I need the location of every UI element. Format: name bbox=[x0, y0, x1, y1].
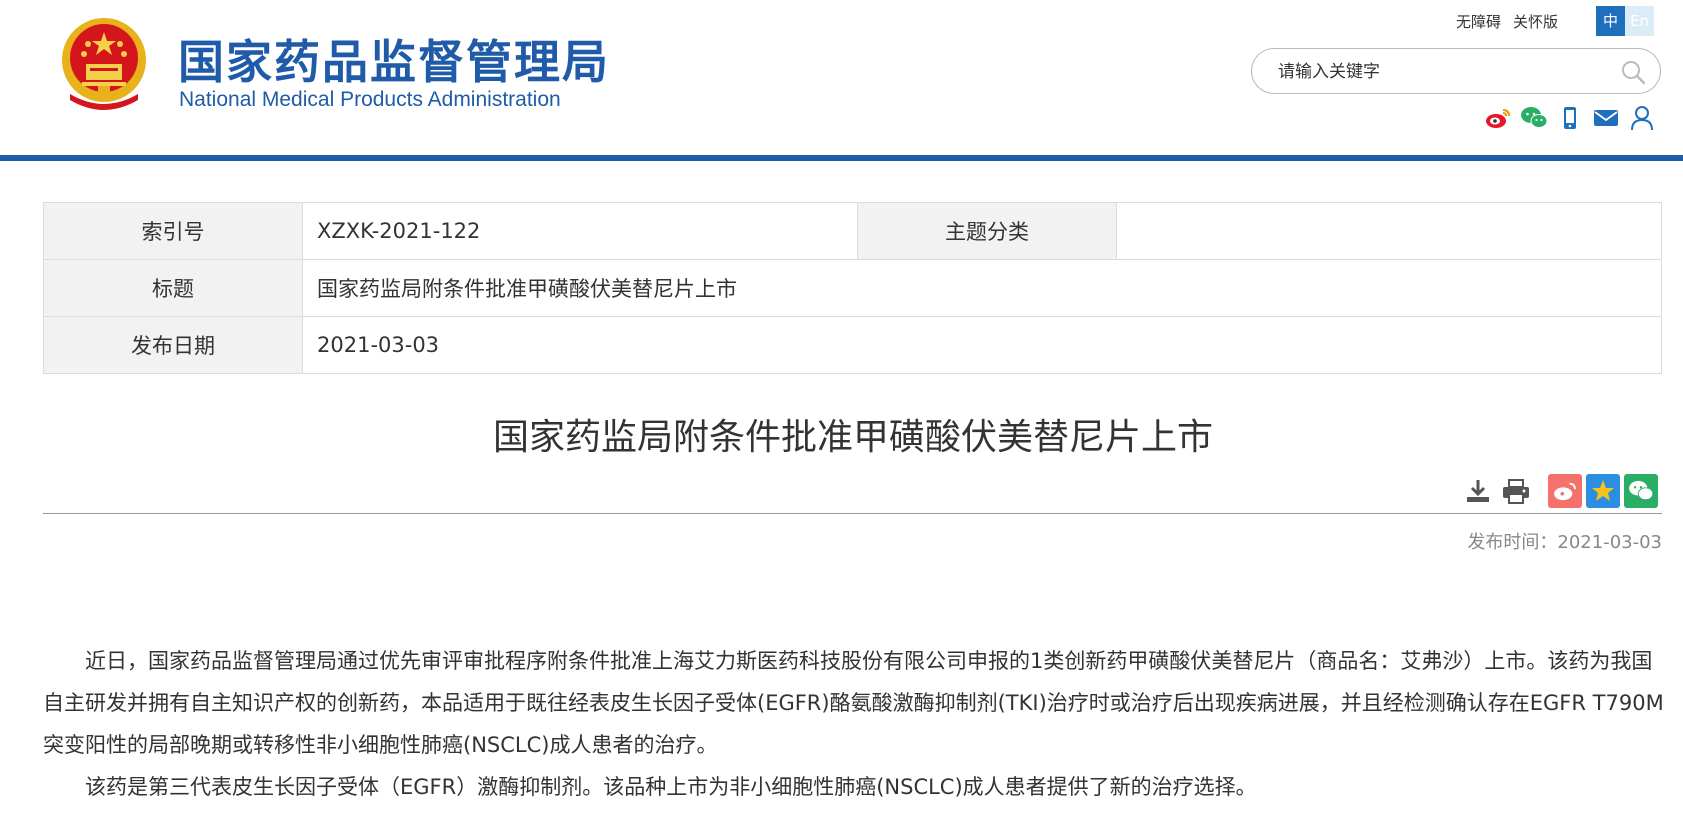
article-paragraph: 该药是第三代表皮生长因子受体（EGFR）激酶抑制剂。该品种上市为非小细胞性肺癌(… bbox=[85, 775, 1257, 799]
publish-time-label: 发布时间： bbox=[1467, 532, 1558, 553]
article-toolbar bbox=[1462, 474, 1658, 508]
user-icon[interactable] bbox=[1628, 104, 1656, 132]
article-paragraph: 近日，国家药品监督管理局通过优先审评审批程序附条件批准上海艾力斯医药科技股份有限… bbox=[43, 649, 1664, 757]
favorite-icon[interactable] bbox=[1586, 474, 1620, 508]
accessibility-link[interactable]: 无障碍 bbox=[1456, 13, 1501, 31]
topic-value bbox=[1116, 202, 1662, 260]
publish-time: 发布时间：2021-03-03 bbox=[1462, 528, 1662, 554]
title-value: 国家药监局附条件批准甲磺酸伏美替尼片上市 bbox=[302, 259, 1662, 317]
title-divider bbox=[43, 513, 1662, 514]
search-box bbox=[1251, 48, 1661, 94]
national-emblem-logo[interactable] bbox=[60, 16, 148, 114]
info-row-date: 发布日期 2021-03-03 bbox=[43, 316, 1662, 374]
article-title: 国家药监局附条件批准甲磺酸伏美替尼片上市 bbox=[492, 417, 1213, 458]
index-value: XZXK-2021-122 bbox=[302, 202, 858, 260]
wechat-icon[interactable] bbox=[1520, 104, 1548, 132]
mobile-icon[interactable] bbox=[1556, 104, 1584, 132]
topic-label: 主题分类 bbox=[857, 202, 1117, 260]
date-label: 发布日期 bbox=[43, 316, 303, 374]
site-header: 国家药品监督管理局 National Medical Products Admi… bbox=[0, 0, 1683, 161]
article-body: 近日，国家药品监督管理局通过优先审评审批程序附条件批准上海艾力斯医药科技股份有限… bbox=[43, 640, 1668, 808]
title-label: 标题 bbox=[43, 259, 303, 317]
header-divider-bar bbox=[0, 155, 1683, 161]
info-row-index: 索引号 XZXK-2021-122 主题分类 bbox=[43, 202, 1662, 260]
index-label: 索引号 bbox=[43, 202, 303, 260]
weibo-icon[interactable] bbox=[1484, 104, 1512, 132]
article-info-table: 索引号 XZXK-2021-122 主题分类 标题 国家药监局附条件批准甲磺酸伏… bbox=[43, 202, 1662, 374]
utility-links: 无障碍 关怀版 bbox=[1456, 11, 1570, 32]
care-mode-link[interactable]: 关怀版 bbox=[1513, 13, 1558, 31]
search-icon[interactable] bbox=[1620, 59, 1646, 85]
mail-icon[interactable] bbox=[1592, 104, 1620, 132]
date-value: 2021-03-03 bbox=[302, 316, 1662, 374]
social-links bbox=[1484, 104, 1656, 132]
download-icon[interactable] bbox=[1462, 475, 1494, 507]
wechat-share-icon[interactable] bbox=[1624, 474, 1658, 508]
site-title-en[interactable]: National Medical Products Administration bbox=[179, 88, 561, 112]
print-icon[interactable] bbox=[1500, 475, 1532, 507]
publish-time-value: 2021-03-03 bbox=[1557, 532, 1662, 553]
lang-zh-button[interactable]: 中 bbox=[1596, 6, 1625, 36]
search-input[interactable] bbox=[1276, 59, 1610, 85]
weibo-share-icon[interactable] bbox=[1548, 474, 1582, 508]
language-switch: 中 En bbox=[1596, 6, 1654, 36]
lang-en-button[interactable]: En bbox=[1625, 6, 1654, 36]
info-row-title: 标题 国家药监局附条件批准甲磺酸伏美替尼片上市 bbox=[43, 259, 1662, 317]
site-title-cn[interactable]: 国家药品监督管理局 bbox=[178, 26, 610, 92]
